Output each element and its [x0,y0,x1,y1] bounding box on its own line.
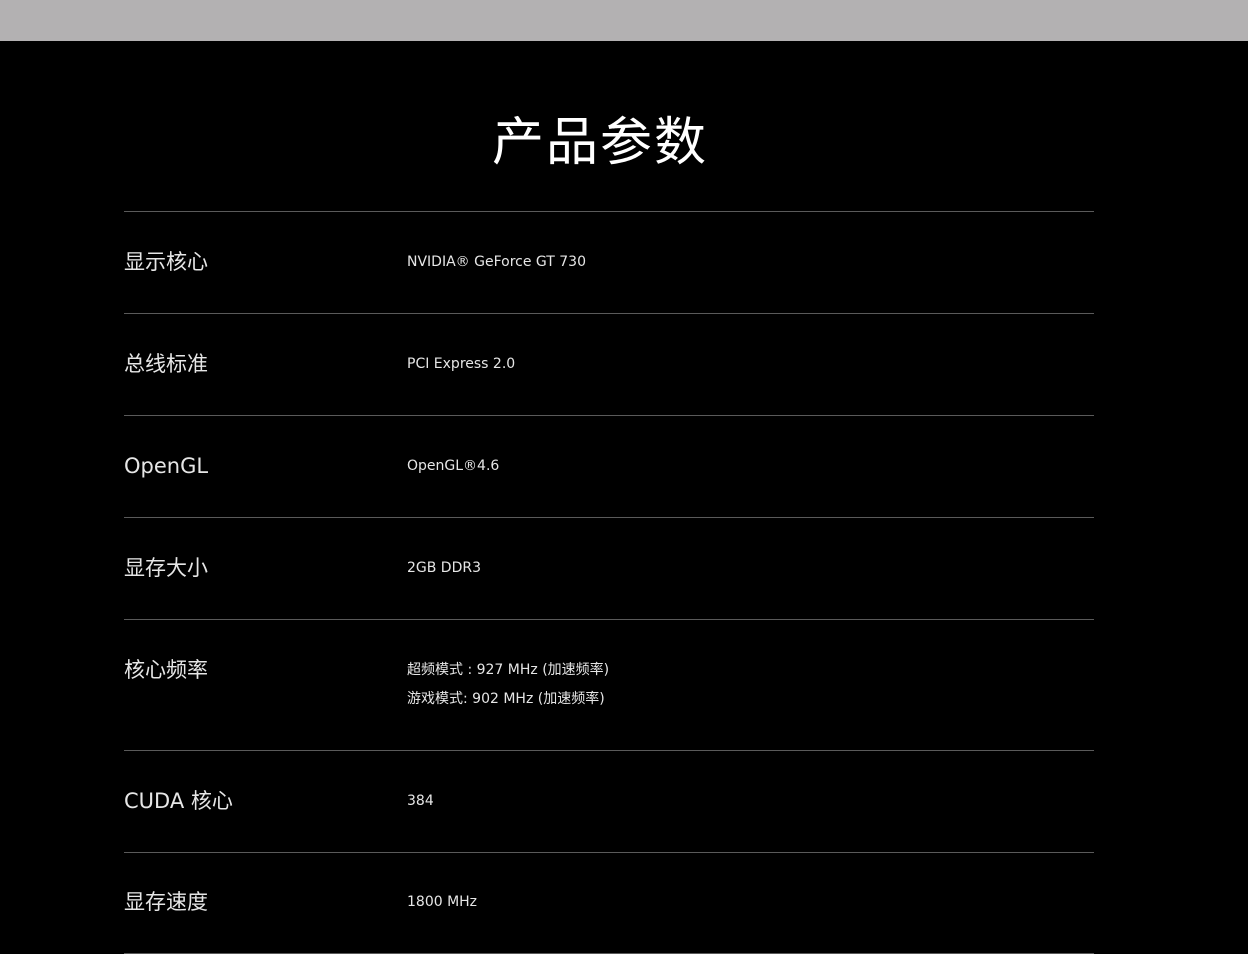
browser-top-bar [0,0,1248,41]
spec-label: 显示核心 [124,250,208,274]
spec-value: 1800 MHz [407,894,478,910]
spec-row-cuda-cores: CUDA 核心 384 [124,750,1094,852]
page-title: 产品参数 [491,113,708,173]
spec-row-gpu: 显示核心 NVIDIA® GeForce GT 730 [124,211,1094,313]
spec-label: 总线标准 [124,352,208,376]
spec-value: PCI Express 2.0 [407,356,516,372]
spec-row-memory-size: 显存大小 2GB DDR3 [124,517,1094,619]
spec-label: 核心频率 [124,658,208,682]
spec-row-memory-speed: 显存速度 1800 MHz [124,852,1094,954]
spec-table: 显示核心 NVIDIA® GeForce GT 730 总线标准 PCI Exp… [124,211,1094,954]
spec-value-line: 超频模式 : 927 MHz (加速频率) [407,662,610,678]
product-spec-section: 产品参数 显示核心 NVIDIA® GeForce GT 730 总线标准 PC… [0,41,1248,954]
spec-label: CUDA 核心 [124,789,233,813]
spec-value: NVIDIA® GeForce GT 730 [407,254,586,270]
spec-row-core-clock: 核心频率 超频模式 : 927 MHz (加速频率) 游戏模式: 902 MHz… [124,619,1094,750]
spec-value-line: 游戏模式: 902 MHz (加速频率) [407,691,605,707]
spec-value: 2GB DDR3 [407,560,482,576]
spec-label: OpenGL [124,454,209,478]
spec-row-bus: 总线标准 PCI Express 2.0 [124,313,1094,415]
spec-label: 显存速度 [124,890,208,914]
spec-value: OpenGL®4.6 [407,458,500,474]
spec-value: 384 [407,793,434,809]
spec-value-list: 超频模式 : 927 MHz (加速频率) 游戏模式: 902 MHz (加速频… [407,656,609,714]
spec-row-opengl: OpenGL OpenGL®4.6 [124,415,1094,517]
spec-label: 显存大小 [124,556,208,580]
